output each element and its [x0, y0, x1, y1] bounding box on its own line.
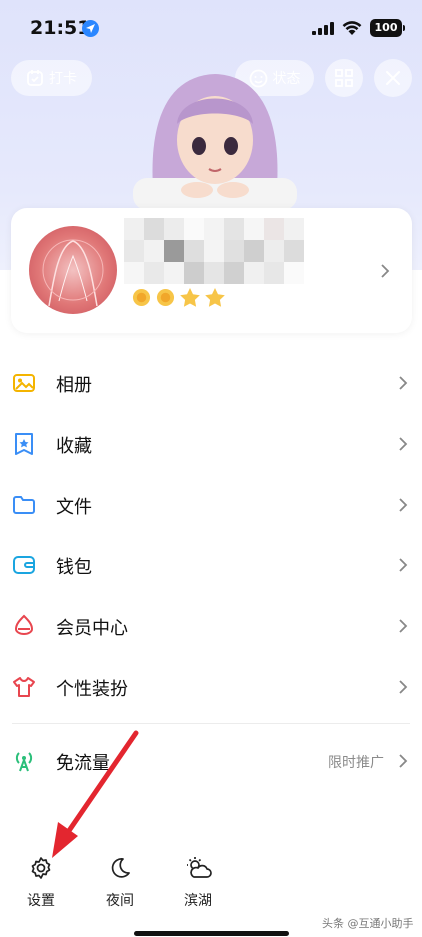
cellular-signal-icon — [312, 22, 334, 35]
chevron-right-icon — [399, 619, 408, 633]
status-bar: 21:51 100 — [0, 0, 422, 56]
avatar[interactable] — [29, 226, 117, 314]
menu-label: 会员中心 — [56, 618, 128, 639]
menu-label: 免流量 — [56, 753, 110, 774]
username-mosaic-blur — [124, 218, 304, 286]
chevron-right-icon — [381, 264, 390, 278]
weather-label: 滨湖 — [184, 893, 212, 909]
watermark-text: 头条 @互通小助手 — [322, 917, 414, 930]
night-mode-button[interactable]: 夜间 — [95, 852, 145, 912]
checkin-button[interactable]: 打卡 — [11, 60, 92, 96]
settings-label: 设置 — [27, 893, 55, 909]
menu-item-album[interactable]: 相册 — [0, 358, 422, 408]
tshirt-icon — [13, 677, 35, 697]
menu-label: 相册 — [56, 375, 92, 396]
checkin-label: 打卡 — [49, 71, 77, 87]
chevron-right-icon — [399, 558, 408, 572]
chevron-right-icon — [399, 680, 408, 694]
moon-icon — [111, 858, 130, 878]
weather-cloud-sun-icon — [187, 857, 212, 878]
star-badge-icon — [180, 288, 200, 307]
calendar-check-icon — [27, 70, 43, 86]
close-icon — [386, 71, 400, 85]
favorite-icon — [15, 433, 33, 455]
chevron-right-icon — [399, 754, 408, 768]
battery-indicator: 100 — [370, 19, 405, 37]
star-badge-icon — [205, 288, 225, 307]
signal-tower-icon — [15, 752, 33, 772]
menu-label: 钱包 — [56, 557, 92, 578]
qr-code-button[interactable] — [325, 59, 363, 97]
gear-icon — [31, 857, 51, 879]
chevron-right-icon — [399, 437, 408, 451]
menu-item-dress-up[interactable]: 个性装扮 — [0, 662, 422, 712]
qr-code-icon — [335, 69, 353, 87]
settings-button[interactable]: 设置 — [16, 852, 66, 912]
promo-tag: 限时推广 — [328, 755, 384, 771]
menu-label: 收藏 — [56, 436, 92, 457]
sun-badge-icon — [132, 288, 151, 307]
profile-card[interactable] — [11, 208, 412, 333]
chevron-right-icon — [399, 498, 408, 512]
level-badges — [132, 288, 225, 307]
vip-icon — [14, 614, 34, 635]
avatar-character-image — [133, 74, 297, 210]
menu-item-files[interactable]: 文件 — [0, 480, 422, 530]
menu-item-favorites[interactable]: 收藏 — [0, 419, 422, 469]
menu-label: 个性装扮 — [56, 679, 128, 700]
folder-icon — [13, 496, 35, 514]
sun-badge-icon — [156, 288, 175, 307]
night-label: 夜间 — [106, 893, 134, 909]
album-icon — [13, 374, 35, 392]
close-button[interactable] — [374, 59, 412, 97]
menu-item-free-data[interactable]: 免流量 限时推广 — [0, 736, 422, 786]
menu-item-wallet[interactable]: 钱包 — [0, 540, 422, 590]
chevron-right-icon — [399, 376, 408, 390]
menu-item-vip-center[interactable]: 会员中心 — [0, 601, 422, 651]
wifi-icon — [342, 21, 362, 35]
wallet-icon — [13, 556, 35, 574]
menu-label: 文件 — [56, 497, 92, 518]
weather-button[interactable]: 滨湖 — [173, 852, 223, 912]
location-icon — [82, 20, 99, 37]
home-indicator — [134, 931, 289, 936]
divider — [12, 723, 410, 724]
